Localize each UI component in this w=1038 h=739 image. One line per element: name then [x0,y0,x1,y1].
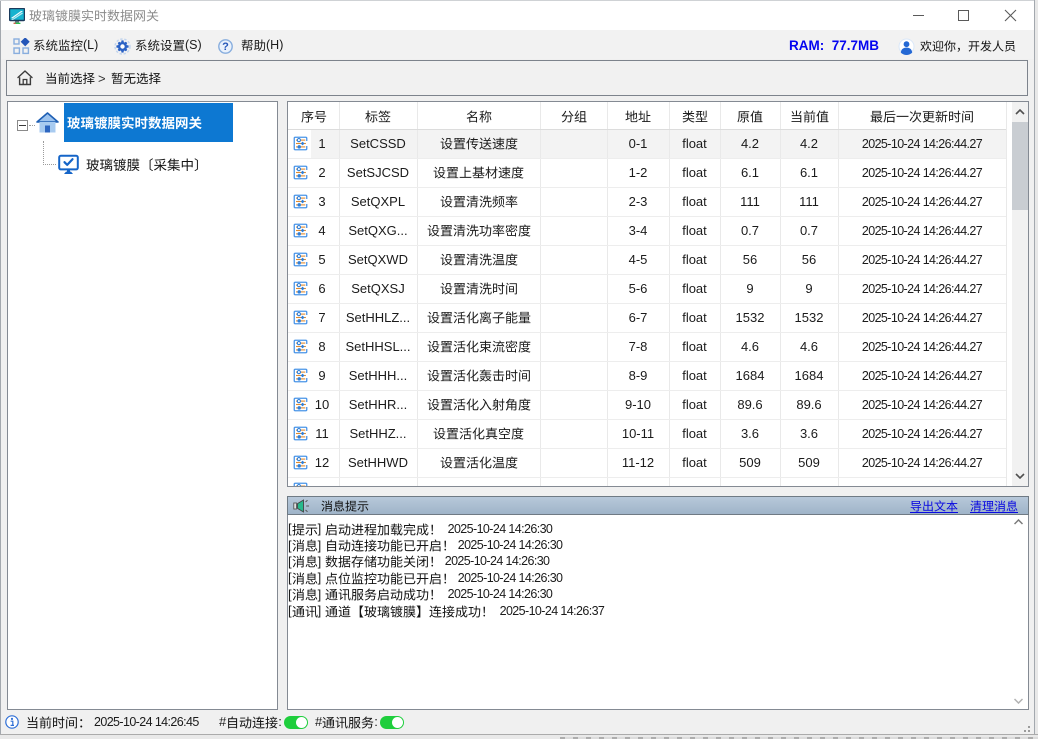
svg-text:?: ? [222,41,229,53]
